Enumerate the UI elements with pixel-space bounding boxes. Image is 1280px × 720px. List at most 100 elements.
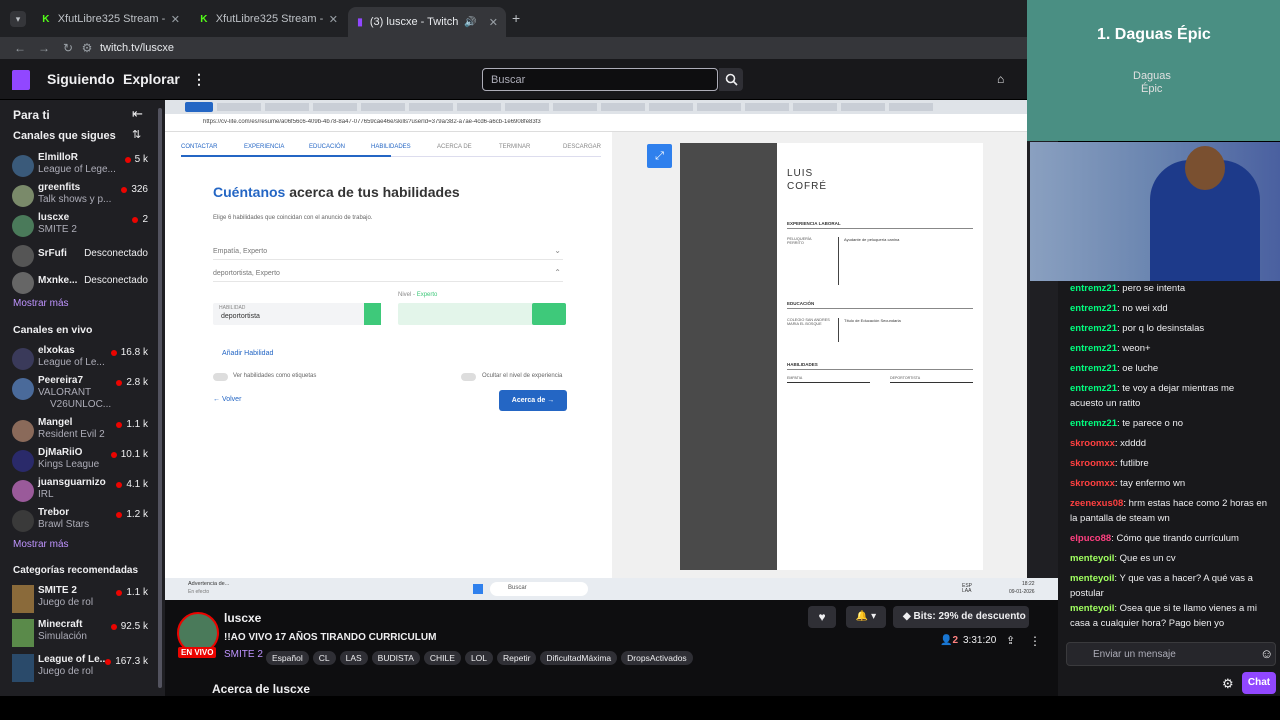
inbox-icon[interactable]: ⌂ <box>997 72 1004 86</box>
live-channel[interactable]: Trebor Brawl Stars 1.2 k <box>0 507 160 537</box>
chat-username[interactable]: menteyoil <box>1070 553 1114 564</box>
stream-tag[interactable]: DificultadMáxima <box>540 651 618 665</box>
stream-tag[interactable]: Repetir <box>497 651 537 665</box>
browser-tab-active[interactable]: ▮ (3) luscxe - Twitch 🔊 ✕ <box>348 7 506 37</box>
stream-tag[interactable]: DropsActivados <box>621 651 693 665</box>
live-heading: Canales en vivo <box>13 324 93 336</box>
stream-tag[interactable]: BUDISTA <box>371 651 420 665</box>
more-options-icon[interactable]: ⋮ <box>1029 634 1041 648</box>
site-info-icon[interactable]: ⚙ <box>80 41 94 55</box>
stream-tag[interactable]: CL <box>312 651 336 665</box>
follow-heart-button[interactable]: ♥ <box>808 606 836 628</box>
twitch-logo-icon[interactable] <box>12 70 30 90</box>
live-channel[interactable]: juansguarnizo IRL 4.1 k <box>0 477 160 507</box>
chat-message: menteyoil: Osea que si te llamo vienes a… <box>1070 603 1257 629</box>
notification-bell-button[interactable]: 🔔 ▾ <box>846 606 886 628</box>
live-dot-icon <box>116 421 123 428</box>
close-tab-icon[interactable]: ✕ <box>171 13 180 26</box>
map-overlay: 1. Daguas Épic Daguas Épic <box>1027 0 1280 141</box>
search-button[interactable] <box>719 68 743 91</box>
chat-username[interactable]: entremz21 <box>1070 303 1117 314</box>
nav-browse[interactable]: Explorar <box>123 71 180 87</box>
skill-input-box: HABILIDAD deportortista <box>213 303 381 325</box>
category-item[interactable]: SMITE 2 Juego de rol 1.1 k <box>0 585 160 617</box>
chat-message: entremz21: por q lo desinstalas <box>1070 323 1205 334</box>
avatar <box>12 155 34 177</box>
sidebar-scrollbar[interactable] <box>158 108 162 688</box>
live-dot-icon <box>110 349 117 356</box>
chat-username[interactable]: zeenexus08 <box>1070 498 1123 509</box>
toggle-switch <box>461 373 476 381</box>
forward-icon[interactable]: → <box>32 41 56 55</box>
live-channel[interactable]: Peereira7 VALORANT V26UNLOC... 2.8 k <box>0 375 160 413</box>
chat-username[interactable]: entremz21 <box>1070 323 1117 334</box>
chat-username[interactable]: entremz21 <box>1070 363 1117 374</box>
stream-info: EN VIVO luscxe !!AO VIVO 17 AÑOS TIRANDO… <box>165 600 1058 696</box>
audio-icon[interactable]: 🔊 <box>464 17 476 28</box>
cv-nav-item: CONTACTAR <box>181 144 218 150</box>
followed-channel[interactable]: greenfits Talk shows y p... 326 <box>0 182 160 212</box>
browser-tab[interactable]: K XfutLibre325 Stream - Watch Li ✕ <box>32 7 188 31</box>
more-options-icon[interactable]: ⋮ <box>192 71 206 88</box>
game-link[interactable]: SMITE 2 <box>224 649 263 660</box>
chat-username[interactable]: entremz21 <box>1070 283 1117 294</box>
stream-tag[interactable]: CHILE <box>423 651 461 665</box>
live-badge: EN VIVO <box>178 647 217 658</box>
chat-text: tay enfermo wn <box>1120 478 1186 489</box>
reload-icon[interactable]: ↻ <box>56 41 80 55</box>
show-more-link[interactable]: Mostrar más <box>13 298 69 309</box>
add-skill-link: Añadir Habilidad <box>222 350 274 357</box>
followed-channel[interactable]: SrFufi Desconectado <box>0 242 160 272</box>
avatar <box>12 245 34 267</box>
live-channel[interactable]: Mangel Resident Evil 2 1.1 k <box>0 417 160 447</box>
url-field[interactable]: twitch.tv/luscxe <box>100 42 174 54</box>
show-more-link[interactable]: Mostrar más <box>13 539 69 550</box>
back-icon[interactable]: ← <box>8 41 32 55</box>
skill-row: Empatía, Experto ⌄ <box>213 242 563 260</box>
nav-following[interactable]: Siguiendo <box>47 71 115 87</box>
chat-username[interactable]: elpuco88 <box>1070 533 1111 544</box>
category-item[interactable]: Minecraft Simulación 92.5 k <box>0 619 160 651</box>
inner-url: https://cv-lite.com/es/resume/a06f56c6-4… <box>203 119 541 125</box>
chat-username[interactable]: entremz21 <box>1070 383 1117 394</box>
new-tab-button[interactable]: + <box>512 10 520 26</box>
cv-form-panel: CONTACTAR EXPERIENCIA EDUCACIÓN HABILIDA… <box>165 132 612 578</box>
live-dot-icon <box>132 216 139 223</box>
chat-message: entremz21: te parece o no <box>1070 418 1184 429</box>
chat-username[interactable]: skroomxx <box>1070 458 1115 469</box>
close-tab-icon[interactable]: ✕ <box>329 13 338 26</box>
emote-icon[interactable]: ☺ <box>1260 646 1273 661</box>
share-icon[interactable]: ⇪ <box>1006 634 1015 647</box>
settings-gear-icon[interactable]: ⚙ <box>1222 676 1234 692</box>
collapse-sidebar-icon[interactable]: ⇤ <box>132 106 143 122</box>
bits-button[interactable]: ◆ Bits: 29% de descuento <box>893 606 1029 628</box>
live-dot-icon <box>110 451 117 458</box>
chat-input[interactable]: Enviar un mensaje <box>1066 642 1276 666</box>
live-channel[interactable]: DjMaRiiO Kings League 10.1 k <box>0 447 160 477</box>
search-input[interactable]: Buscar <box>482 68 718 91</box>
followed-channel[interactable]: luscxe SMITE 2 2 <box>0 212 160 242</box>
tab-search-button[interactable]: ▾ <box>10 11 26 27</box>
cv-nav-item: TERMINAR <box>499 144 531 150</box>
live-channel[interactable]: elxokas League of Le... 16.8 k <box>0 345 160 375</box>
chat-username[interactable]: menteyoil <box>1070 603 1114 614</box>
category-item[interactable]: League of Le... Juego de rol 167.3 k <box>0 654 160 686</box>
stream-tag[interactable]: Español <box>266 651 309 665</box>
chat-send-button[interactable]: Chat <box>1242 672 1276 694</box>
close-tab-icon[interactable]: ✕ <box>489 16 498 29</box>
browser-tab[interactable]: K XfutLibre325 Stream - Kick Das ✕ <box>190 7 346 31</box>
chat-username[interactable]: entremz21 <box>1070 343 1117 354</box>
channel-name[interactable]: luscxe <box>224 611 261 625</box>
live-dot-icon <box>105 658 112 665</box>
sort-icon[interactable]: ⇅ <box>132 128 141 141</box>
followed-channel[interactable]: Mxnke... Desconectado <box>0 269 160 299</box>
live-dot-icon <box>116 589 123 596</box>
chat-username[interactable]: entremz21 <box>1070 418 1117 429</box>
chat-username[interactable]: skroomxx <box>1070 478 1115 489</box>
avatar <box>12 378 34 400</box>
stream-tag[interactable]: LAS <box>339 651 368 665</box>
chat-username[interactable]: skroomxx <box>1070 438 1115 449</box>
followed-channel[interactable]: ElmilloR League of Lege... 5 k <box>0 152 160 182</box>
chat-username[interactable]: menteyoil <box>1070 573 1114 584</box>
stream-tag[interactable]: LOL <box>464 651 494 665</box>
